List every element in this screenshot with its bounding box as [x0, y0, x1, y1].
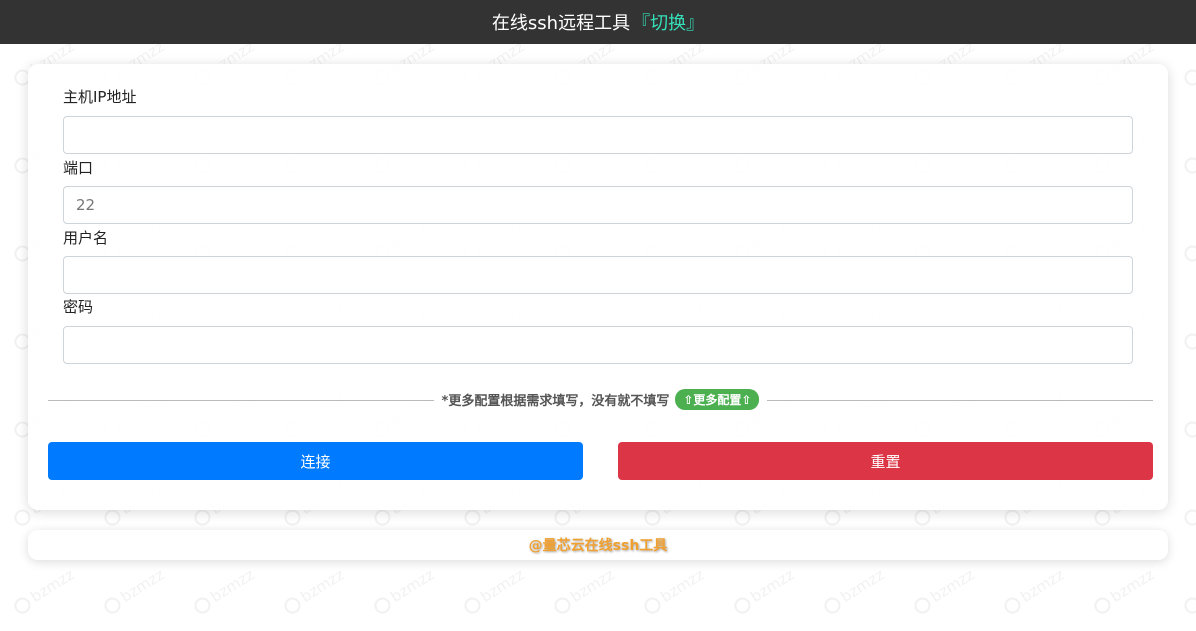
watermark-logo-icon	[1181, 66, 1196, 89]
watermark-logo-icon	[1181, 418, 1196, 441]
connect-button[interactable]: 连接	[48, 442, 583, 480]
top-bar: 在线ssh远程工具 『切换』	[0, 0, 1196, 44]
watermark-item: bzmzz	[1180, 565, 1196, 617]
watermark-item: bzmzz	[730, 565, 797, 617]
watermark-logo-icon	[1181, 330, 1196, 353]
watermark-logo-icon	[101, 594, 124, 617]
watermark-logo-icon	[281, 594, 304, 617]
watermark-item: bzmzz	[1180, 125, 1196, 177]
watermark-item: bzmzz	[1180, 213, 1196, 265]
footer-card: @量芯云在线ssh工具	[28, 530, 1168, 560]
watermark-logo-icon	[641, 594, 664, 617]
watermark-item: bzmzz	[460, 565, 527, 617]
more-config-divider: *更多配置根据需求填写，没有就不填写 ⇧更多配置⇧	[48, 389, 1153, 413]
more-config-button[interactable]: ⇧更多配置⇧	[675, 389, 760, 410]
watermark-logo-icon	[11, 594, 34, 617]
divider-content: *更多配置根据需求填写，没有就不填写 ⇧更多配置⇧	[433, 389, 768, 410]
watermark-item: bzmzz	[910, 565, 977, 617]
host-input[interactable]	[63, 116, 1133, 154]
watermark-logo-icon	[191, 594, 214, 617]
username-label: 用户名	[63, 229, 109, 247]
watermark-item: bzmzz	[1180, 44, 1196, 89]
watermark-item: bzmzz	[280, 565, 347, 617]
watermark-item: bzmzz	[1180, 301, 1196, 353]
watermark-logo-icon	[1091, 594, 1114, 617]
watermark-logo-icon	[11, 506, 34, 529]
watermark-item: bzmzz	[550, 565, 617, 617]
watermark-item: bzmzz	[190, 565, 257, 617]
watermark-logo-icon	[1181, 506, 1196, 529]
watermark-item: bzmzz	[1090, 565, 1157, 617]
watermark-logo-icon	[821, 594, 844, 617]
host-label: 主机IP地址	[63, 88, 137, 106]
watermark-item: bzmzz	[1180, 389, 1196, 441]
watermark-item: bzmzz	[1000, 565, 1067, 617]
switch-link[interactable]: 『切换』	[632, 9, 704, 35]
watermark-logo-icon	[1181, 154, 1196, 177]
watermark-logo-icon	[731, 594, 754, 617]
footer-text: @量芯云在线ssh工具	[528, 538, 668, 554]
port-label: 端口	[63, 159, 94, 177]
watermark-item: bzmzz	[820, 565, 887, 617]
watermark-item: bzmzz	[370, 565, 437, 617]
page-title: 在线ssh远程工具	[491, 13, 631, 34]
watermark-item: bzmzz	[640, 565, 707, 617]
watermark-logo-icon	[461, 594, 484, 617]
username-input[interactable]	[63, 256, 1133, 294]
more-config-hint: *更多配置根据需求填写，没有就不填写	[441, 394, 670, 409]
watermark-logo-icon	[1001, 594, 1024, 617]
watermark-logo-icon	[551, 594, 574, 617]
watermark-logo-icon	[371, 594, 394, 617]
port-input[interactable]	[63, 186, 1133, 224]
watermark-item: bzmzz	[1180, 477, 1196, 529]
password-input[interactable]	[63, 326, 1133, 364]
watermark-logo-icon	[1181, 594, 1196, 617]
password-label: 密码	[63, 298, 94, 316]
reset-button[interactable]: 重置	[618, 442, 1153, 480]
watermark-logo-icon	[911, 594, 934, 617]
ssh-form-card: 主机IP地址 端口 用户名 密码 *更多配置根据需求填写，没有就不填写 ⇧更多配…	[28, 64, 1168, 510]
watermark-logo-icon	[1181, 242, 1196, 265]
watermark-item: bzmzz	[100, 565, 167, 617]
watermark-item: bzmzz	[10, 565, 77, 617]
